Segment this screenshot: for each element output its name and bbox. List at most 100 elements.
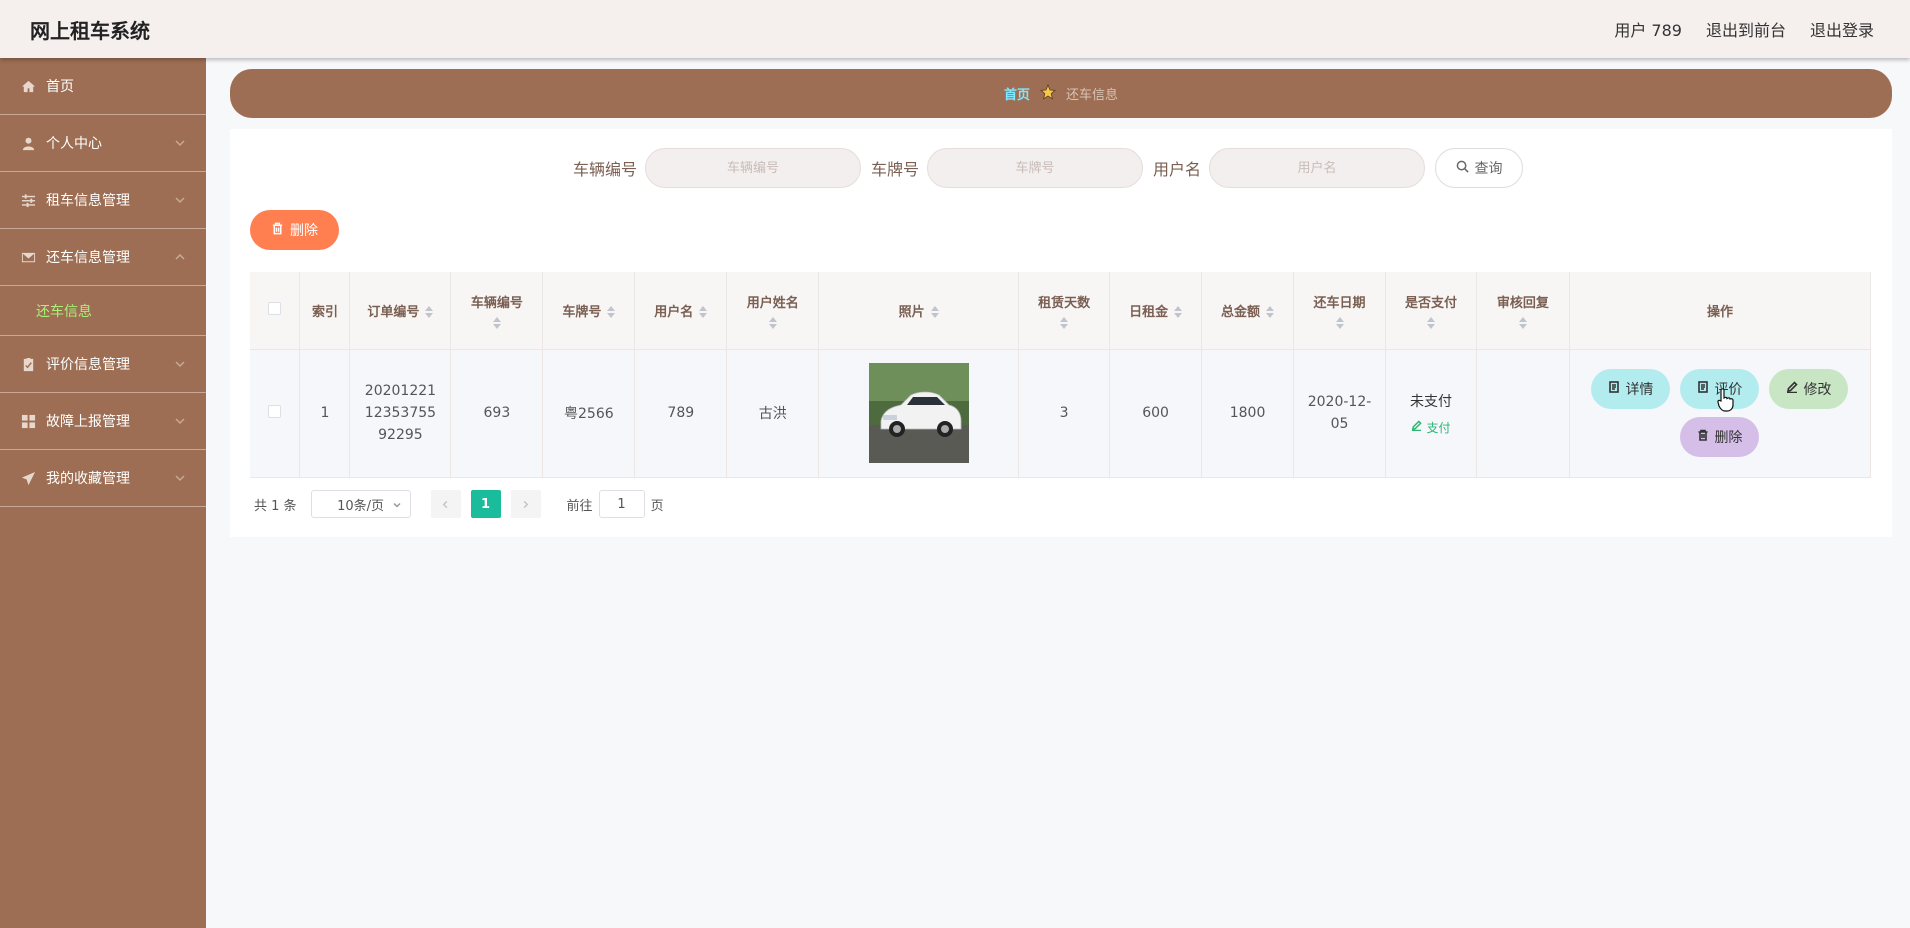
sort-icon[interactable] <box>492 316 501 329</box>
table-header-row: 索引 订单编号 车辆编号 车牌号 用户名 用户姓名 照片 租赁天数 日租金 总金… <box>250 272 1872 350</box>
pagination-total: 共 1 条 <box>254 498 297 514</box>
sort-icon[interactable] <box>699 306 708 319</box>
sidebar: 首页 个人中心 租车信息管理 还车信息管理 还车信息 评价信息管理 故障上报管理… <box>0 58 206 928</box>
row-actions: 详情 评价 修改 删除 <box>1585 369 1855 457</box>
header-select-all[interactable] <box>250 272 301 350</box>
cell-index: 1 <box>299 349 351 478</box>
header-daily-rent[interactable]: 日租金 <box>1109 272 1203 350</box>
sidebar-item-label: 评价信息管理 <box>46 357 130 373</box>
next-page-button[interactable] <box>510 490 541 518</box>
chevron-right-icon <box>523 500 529 508</box>
page-size-select[interactable]: 10条/页 <box>310 490 411 518</box>
header-plate[interactable]: 车牌号 <box>542 272 636 350</box>
return-info-table: 索引 订单编号 车辆编号 车牌号 用户名 用户姓名 照片 租赁天数 日租金 总金… <box>250 272 1872 478</box>
cell-review-reply <box>1476 349 1570 478</box>
sidebar-item-label: 还车信息管理 <box>46 250 130 266</box>
search-label-plate: 车牌号 <box>871 160 920 179</box>
header-vehicle-no[interactable]: 车辆编号 <box>450 272 544 350</box>
mail-icon <box>20 249 36 265</box>
sidebar-item-label: 还车信息 <box>36 303 92 320</box>
sidebar-item-label: 故障上报管理 <box>46 414 130 430</box>
query-button-label: 查询 <box>1474 161 1503 177</box>
header-photo[interactable]: 照片 <box>818 272 1020 350</box>
sidebar-item-evaluation-info[interactable]: 评价信息管理 <box>0 336 206 393</box>
sidebar-item-home[interactable]: 首页 <box>0 58 206 115</box>
chevron-down-icon <box>174 194 186 206</box>
batch-delete-button[interactable]: 删除 <box>250 210 339 250</box>
logout-link[interactable]: 退出登录 <box>1810 17 1874 41</box>
header-name[interactable]: 用户姓名 <box>726 272 820 350</box>
header-total[interactable]: 总金额 <box>1201 272 1295 350</box>
car-photo[interactable] <box>868 363 969 463</box>
delete-button[interactable]: 删除 <box>1680 417 1760 457</box>
edit-icon <box>1786 381 1799 397</box>
header-username[interactable]: 用户名 <box>634 272 728 350</box>
clipboard-check-icon <box>20 356 36 372</box>
grid-icon <box>20 413 36 429</box>
breadcrumb-home[interactable]: 首页 <box>1004 84 1030 103</box>
sort-icon[interactable] <box>768 316 777 329</box>
header-paid[interactable]: 是否支付 <box>1385 272 1477 350</box>
batch-delete-label: 删除 <box>290 223 318 239</box>
sort-icon[interactable] <box>607 306 616 319</box>
sort-icon[interactable] <box>930 306 939 319</box>
sidebar-subitem-return-info[interactable]: 还车信息 <box>0 286 206 336</box>
sidebar-item-label: 首页 <box>46 79 74 95</box>
page-number-current[interactable]: 1 <box>470 490 501 518</box>
main-panel: 车辆编号 车牌号 用户名 查询 删除 索引 订单编号 车辆编号 车牌号 用户名 … <box>230 129 1892 537</box>
sliders-icon <box>20 192 36 208</box>
sidebar-item-favorites[interactable]: 我的收藏管理 <box>0 450 206 507</box>
sidebar-item-label: 租车信息管理 <box>46 193 130 209</box>
cell-daily-rent: 600 <box>1109 349 1203 478</box>
cell-name: 古洪 <box>726 349 820 478</box>
chevron-down-icon <box>174 415 186 427</box>
sort-icon[interactable] <box>1426 316 1435 329</box>
vehicle-no-input[interactable] <box>645 148 862 188</box>
sidebar-item-label: 我的收藏管理 <box>46 471 130 487</box>
sidebar-item-personal-center[interactable]: 个人中心 <box>0 115 206 172</box>
user-icon <box>20 135 36 151</box>
header-actions: 用户 789 退出到前台 退出登录 <box>1614 17 1874 41</box>
search-icon <box>1456 160 1469 177</box>
cell-select[interactable] <box>250 349 301 478</box>
username-input[interactable] <box>1209 148 1426 188</box>
select-all-checkbox[interactable] <box>268 301 282 315</box>
sidebar-item-fault-report[interactable]: 故障上报管理 <box>0 393 206 450</box>
header-order-no[interactable]: 订单编号 <box>349 272 452 350</box>
exit-to-front-link[interactable]: 退出到前台 <box>1706 17 1786 41</box>
sort-icon[interactable] <box>1335 316 1344 329</box>
sort-icon[interactable] <box>1060 316 1069 329</box>
breadcrumb-current: 还车信息 <box>1066 88 1119 103</box>
sort-icon[interactable] <box>1266 306 1275 319</box>
header-return-date[interactable]: 还车日期 <box>1293 272 1386 350</box>
goto-suffix: 页 <box>650 498 664 514</box>
home-icon <box>20 78 36 94</box>
sort-icon[interactable] <box>425 306 434 319</box>
sort-icon[interactable] <box>1518 316 1527 329</box>
sidebar-item-rental-info[interactable]: 租车信息管理 <box>0 172 206 229</box>
prev-page-button[interactable] <box>430 490 461 518</box>
detail-button[interactable]: 详情 <box>1591 369 1671 409</box>
table-row: 1 202012211235375592295 693 粤2566 789 古洪 <box>250 349 1872 478</box>
document-icon <box>1697 381 1709 397</box>
cell-order-no: 202012211235375592295 <box>349 349 452 478</box>
send-icon <box>20 470 36 486</box>
breadcrumb: 首页 还车信息 <box>230 69 1892 118</box>
goto-page-input[interactable] <box>598 490 645 518</box>
top-header: 网上租车系统 用户 789 退出到前台 退出登录 <box>0 0 1910 58</box>
header-rental-days[interactable]: 租赁天数 <box>1018 272 1111 350</box>
cell-plate: 粤2566 <box>542 349 636 478</box>
header-actions: 操作 <box>1569 272 1872 350</box>
chevron-up-icon <box>174 251 186 263</box>
sidebar-item-label: 个人中心 <box>46 136 102 152</box>
row-checkbox[interactable] <box>268 404 282 418</box>
header-review-reply[interactable]: 审核回复 <box>1476 272 1570 350</box>
edit-button[interactable]: 修改 <box>1769 369 1849 409</box>
search-label-vehicle-no: 车辆编号 <box>573 160 638 179</box>
plate-input[interactable] <box>927 148 1144 188</box>
trash-icon <box>1697 429 1709 445</box>
query-button[interactable]: 查询 <box>1435 148 1524 188</box>
pay-link[interactable]: 支付 <box>1411 419 1450 436</box>
sort-icon[interactable] <box>1174 306 1183 319</box>
sidebar-item-return-info-management[interactable]: 还车信息管理 <box>0 229 206 286</box>
